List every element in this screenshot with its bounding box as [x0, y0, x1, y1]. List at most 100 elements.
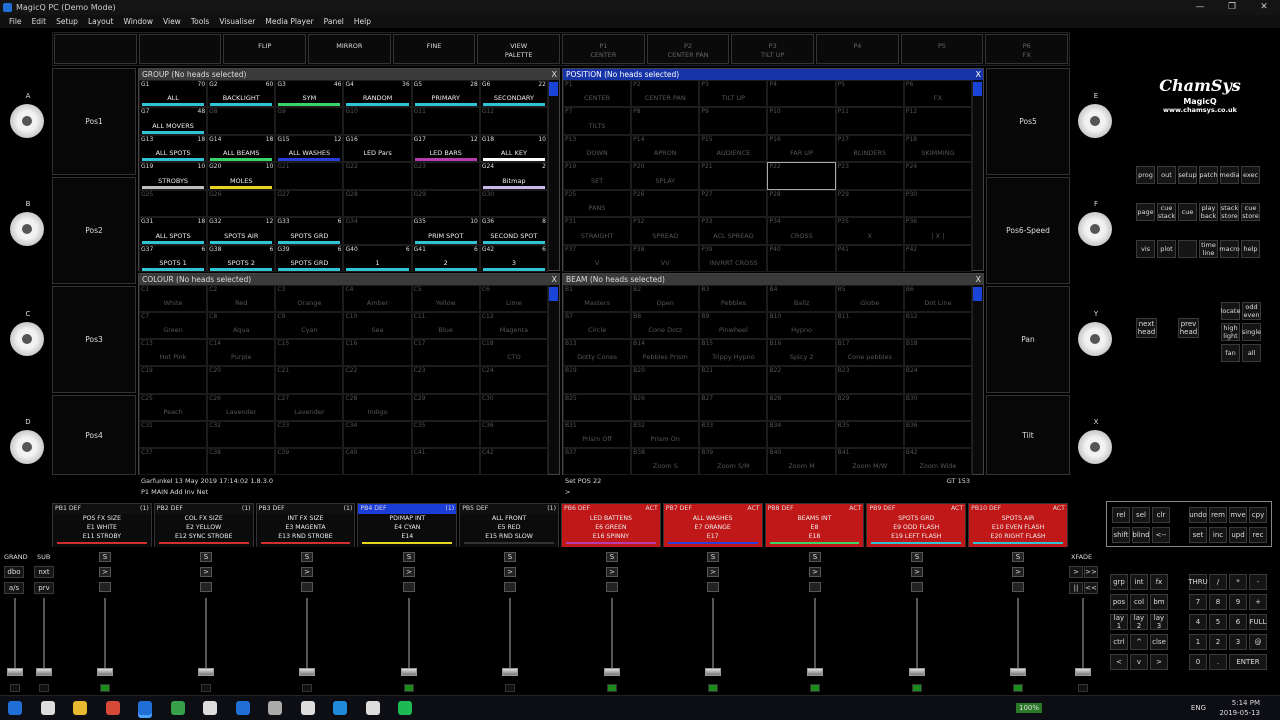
beam-cell[interactable]: B21: [699, 366, 768, 394]
beam-cell[interactable]: B5 Globe: [835, 285, 904, 313]
colour-cell[interactable]: C29: [411, 393, 480, 421]
group-cell[interactable]: G28: [343, 189, 412, 218]
colour-cell[interactable]: C31: [139, 420, 208, 448]
menu-file[interactable]: File: [4, 15, 27, 28]
scroll-thumb[interactable]: [973, 287, 982, 301]
fader-handle[interactable]: [705, 668, 721, 676]
left-softkey-4[interactable]: Pos4: [52, 395, 136, 475]
group-cell[interactable]: G26: [207, 189, 276, 218]
key-fan[interactable]: fan: [1221, 344, 1240, 362]
key-stack-store[interactable]: stack store: [1220, 203, 1239, 221]
group-cell[interactable]: G29: [411, 189, 480, 218]
group-cell[interactable]: G4 36 RANDOM: [343, 80, 412, 108]
app-icon[interactable]: [365, 701, 380, 715]
menu-setup[interactable]: Setup: [51, 15, 83, 28]
colour-cell[interactable]: C17: [411, 339, 480, 367]
key-pos[interactable]: pos: [1110, 594, 1128, 610]
key-out[interactable]: out: [1157, 166, 1176, 184]
group-cell[interactable]: G31 18 ALL SPOTS: [139, 217, 208, 245]
beam-cell[interactable]: B13 Dotty Cones: [563, 339, 632, 367]
fader-handle[interactable]: [502, 668, 518, 676]
beam-cell[interactable]: B15 Trippy Hypno: [699, 339, 768, 367]
key-clr[interactable]: clr: [1152, 507, 1170, 523]
key-rel[interactable]: rel: [1112, 507, 1130, 523]
key-clse[interactable]: clse: [1150, 634, 1168, 650]
beam-cell[interactable]: B7 Circle: [563, 312, 632, 340]
colour-cell[interactable]: C21: [275, 366, 344, 394]
group-cell[interactable]: G5 28 PRIMARY: [411, 80, 480, 108]
beam-cell[interactable]: B19: [563, 366, 632, 394]
position-cell[interactable]: P2 CENTER PAN: [631, 80, 700, 108]
position-cell[interactable]: P29: [835, 189, 904, 218]
pause-icon[interactable]: [707, 582, 719, 592]
fader-s-button[interactable]: S: [1012, 552, 1024, 562]
pause-icon[interactable]: [809, 582, 821, 592]
key-all[interactable]: all: [1242, 344, 1261, 362]
group-cell[interactable]: G17 12 LED BARS: [411, 134, 480, 163]
app-icon[interactable]: [268, 701, 282, 715]
group-cell[interactable]: G3 46 SYM: [275, 80, 344, 108]
key-mve[interactable]: mve: [1229, 507, 1247, 523]
encoder-wheel-icon[interactable]: [1078, 430, 1112, 464]
menu-media-player[interactable]: Media Player: [260, 15, 318, 28]
playback-9[interactable]: PB9 DEF ACT SPOTS GRD E9 ODD FLASH E19 LEFT …: [866, 503, 967, 547]
scrollbar[interactable]: [548, 285, 559, 474]
colour-cell[interactable]: C36: [479, 420, 548, 448]
group-cell[interactable]: G25: [139, 189, 208, 218]
spotify-icon[interactable]: [398, 701, 412, 715]
colour-cell[interactable]: C3 Orange: [275, 285, 344, 313]
close-button[interactable]: ✕: [1248, 0, 1280, 15]
beam-cell[interactable]: B28: [767, 393, 836, 421]
group-cell[interactable]: G36 8 SECOND SPOT: [479, 217, 548, 245]
key-plot[interactable]: plot: [1157, 240, 1176, 258]
beam-cell[interactable]: B30: [903, 393, 972, 421]
position-cell[interactable]: P38 VV: [631, 244, 700, 272]
key-undo[interactable]: undo: [1189, 507, 1207, 523]
key-9[interactable]: 9: [1229, 594, 1247, 610]
beam-cell[interactable]: B38 Zoom S: [631, 447, 700, 475]
fader-handle[interactable]: [604, 668, 620, 676]
small-button-as[interactable]: a/s: [4, 582, 24, 594]
key-fx[interactable]: fx: [1150, 574, 1168, 590]
key-THRU[interactable]: THRU: [1188, 574, 1208, 590]
command-line[interactable]: >: [565, 487, 982, 498]
playback-7[interactable]: PB7 DEF ACT ALL WASHES E7 ORANGE E17: [662, 503, 763, 547]
beam-cell[interactable]: B11: [835, 312, 904, 340]
key-1[interactable]: 1: [1189, 634, 1207, 650]
close-icon[interactable]: X: [552, 69, 557, 80]
xfade-go-icon[interactable]: >: [1069, 566, 1083, 578]
key-play-back[interactable]: play back: [1199, 203, 1218, 221]
encoder-wheel-icon[interactable]: [10, 104, 44, 138]
position-cell[interactable]: P36 | X |: [903, 217, 972, 245]
softkey-7[interactable]: P1 CENTER: [562, 34, 645, 64]
prev-head-button[interactable]: prev head: [1178, 318, 1199, 338]
position-cell[interactable]: P9: [699, 107, 768, 135]
key-vis[interactable]: vis: [1136, 240, 1155, 258]
beam-cell[interactable]: B9 Pinwheel: [699, 312, 768, 340]
small-button-dbo[interactable]: dbo: [4, 566, 24, 578]
fader-go-button[interactable]: >: [504, 567, 516, 577]
group-cell[interactable]: G19 10 STROBYS: [139, 162, 208, 190]
colour-cell[interactable]: C34: [343, 420, 412, 448]
group-cell[interactable]: G1 70 ALL: [139, 80, 208, 108]
position-cell[interactable]: P14 APRON: [631, 134, 700, 163]
group-cell[interactable]: G35 10 PRIM SPOT: [411, 217, 480, 245]
small-button-nxt[interactable]: nxt: [34, 566, 54, 578]
position-cell[interactable]: P7 TILTS: [563, 107, 632, 135]
beam-cell[interactable]: B1 Masters: [563, 285, 632, 313]
position-cell[interactable]: P28: [767, 189, 836, 218]
encoder-wheel-icon[interactable]: [10, 430, 44, 464]
key-lay3[interactable]: lay 3: [1150, 614, 1168, 630]
key-high-light[interactable]: high light: [1221, 323, 1240, 341]
menu-layout[interactable]: Layout: [83, 15, 119, 28]
left-softkey-3[interactable]: Pos3: [52, 286, 136, 393]
menu-visualiser[interactable]: Visualiser: [214, 15, 260, 28]
position-cell[interactable]: P24: [903, 162, 972, 190]
playback-2[interactable]: PB2 DEF (1) COL FX SIZE E2 YELLOW E12 SYNC S…: [153, 503, 254, 547]
colour-cell[interactable]: C28 Indigo: [343, 393, 412, 421]
app-icon[interactable]: [203, 701, 217, 715]
group-cell[interactable]: G37 6 SPOTS 1: [139, 244, 208, 272]
group-cell[interactable]: G23: [411, 162, 480, 190]
colour-cell[interactable]: C19: [139, 366, 208, 394]
close-icon[interactable]: X: [976, 274, 981, 285]
